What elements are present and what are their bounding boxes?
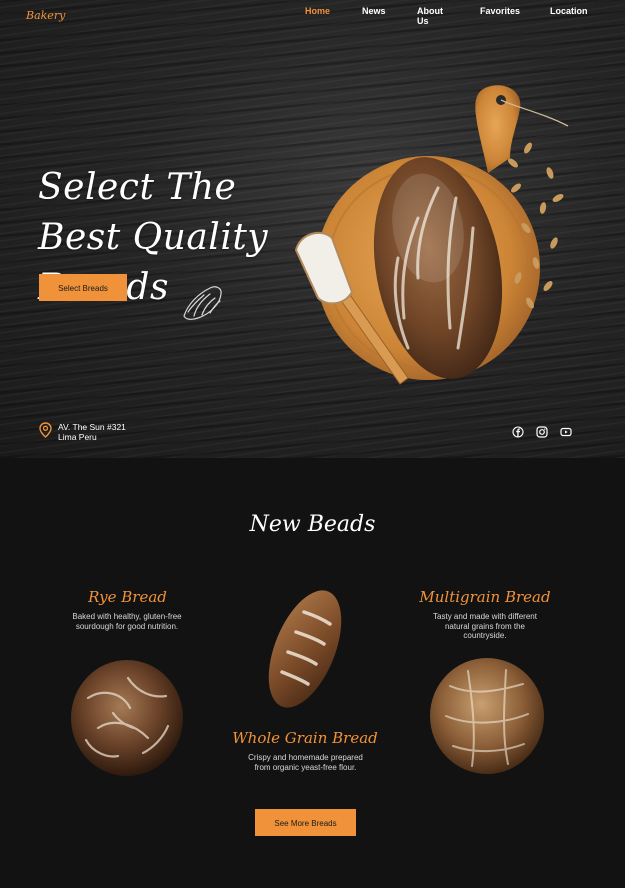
rye-bread-title: Rye Bread (88, 588, 167, 606)
nav-home[interactable]: Home (305, 6, 330, 16)
multigrain-bread-description: Tasty and made with different natural gr… (433, 612, 537, 640)
hero-section: Bakery Home News About Us Favorites Loca… (0, 0, 625, 458)
address-line-1: AV. The Sun #321 (58, 422, 126, 432)
whole-grain-bread-description: Crispy and homemade prepared from organi… (248, 753, 363, 772)
section-title: New Beads (249, 512, 376, 537)
croissant-icon (183, 286, 222, 320)
whole-grain-bread-image (268, 590, 342, 708)
bread-on-board-image (294, 85, 569, 385)
select-breads-button[interactable]: Select Breads (39, 274, 127, 301)
nav-location[interactable]: Location (550, 6, 588, 16)
rye-bread-description: Baked with healthy, gluten-free sourdoug… (72, 612, 182, 631)
facebook-icon[interactable] (512, 426, 524, 438)
nav-favorites[interactable]: Favorites (480, 6, 520, 16)
brand-logo[interactable]: Bakery (26, 9, 65, 22)
multigrain-bread-title: Multigrain Bread (419, 588, 551, 606)
location-pin-icon (39, 422, 52, 438)
top-navigation: Bakery Home News About Us Favorites Loca… (0, 0, 625, 30)
nav-about-us[interactable]: About Us (417, 6, 451, 26)
youtube-icon[interactable] (560, 426, 572, 438)
address-line-2: Lima Peru (58, 432, 97, 442)
whole-grain-bread-title: Whole Grain Bread (232, 729, 378, 747)
instagram-icon[interactable] (536, 426, 548, 438)
nav-news[interactable]: News (362, 6, 386, 16)
multigrain-bread-image (430, 658, 544, 774)
rye-bread-image (71, 660, 183, 776)
see-more-breads-button[interactable]: See More Breads (255, 809, 356, 836)
